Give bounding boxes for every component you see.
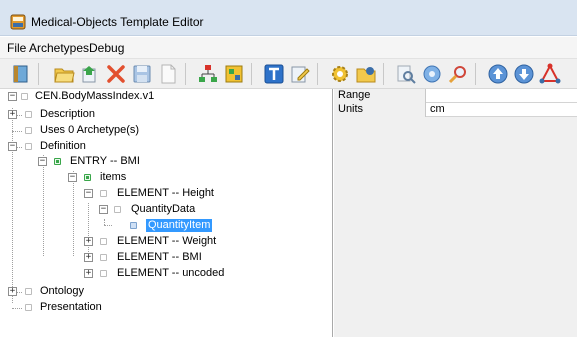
title-bar: Medical-Objects Template Editor [0,0,577,36]
open-folder-icon[interactable] [52,62,76,86]
tree-expander[interactable]: − [68,173,77,182]
tree-expander[interactable]: − [8,92,17,101]
triangle-nodes-icon[interactable] [538,62,562,86]
node-icon [100,190,107,197]
toolbar-separator [38,63,39,85]
tree-node-element-weight[interactable]: ELEMENT -- Weight [117,235,216,248]
node-icon [25,143,32,150]
tree-expander[interactable]: − [99,205,108,214]
delete-icon[interactable] [104,62,128,86]
tree-expander[interactable]: + [84,253,93,262]
tree-node-element-height[interactable]: ELEMENT -- Height [117,187,214,200]
property-key: Units [334,103,426,117]
text-icon[interactable] [262,62,286,86]
tree-connector [73,171,74,256]
tree-expander[interactable]: − [8,142,17,151]
tree-connector [12,131,22,132]
save-icon[interactable] [130,62,154,86]
import-icon[interactable] [78,62,102,86]
property-row[interactable]: Range [334,89,577,103]
tree-node-root[interactable]: CEN.BodyMassIndex.v1 [35,90,154,103]
node-icon [25,111,32,118]
tree-node-definition[interactable]: Definition [40,140,86,153]
tree-expander[interactable]: + [84,237,93,246]
tree-node-presentation[interactable]: Presentation [40,301,102,314]
node-icon [25,288,32,295]
node-icon [100,270,107,277]
network-icon[interactable] [222,62,246,86]
node-icon [25,304,32,311]
tree-connector [43,155,44,256]
property-value[interactable] [426,89,577,103]
node-icon [100,238,107,245]
tree-node-uses[interactable]: Uses 0 Archetype(s) [40,124,139,137]
properties-empty-area [334,117,577,337]
menu-archetypes[interactable]: Archetypes [29,41,89,55]
tree-node-ontology[interactable]: Ontology [40,285,84,298]
new-document-icon[interactable] [156,62,180,86]
book-icon[interactable] [9,62,33,86]
menu-file[interactable]: File [7,41,26,55]
node-icon [130,222,137,229]
tree-node-quantity-data[interactable]: QuantityData [131,203,195,216]
toolbar-separator [475,63,476,85]
tree-node-items[interactable]: items [100,171,126,184]
edit-icon[interactable] [288,62,312,86]
tree-node-description[interactable]: Description [40,108,95,121]
tree-connector [12,108,13,303]
entry-icon [84,174,91,181]
toolbar-separator [383,63,384,85]
tree-connector [12,308,22,309]
menu-debug[interactable]: Debug [89,41,124,55]
menu-bar: File Archetypes Debug [0,37,577,59]
toolbar-separator [251,63,252,85]
archetype-tree[interactable]: − CEN.BodyMassIndex.v1 + Description Use… [0,89,333,337]
search-document-icon[interactable] [394,62,418,86]
toolbar [0,59,577,89]
property-key: Range [334,89,426,103]
circle-icon[interactable] [420,62,444,86]
property-row[interactable]: Units cm [334,103,577,117]
folder-edit-icon[interactable] [354,62,378,86]
tree-node-entry-bmi[interactable]: ENTRY -- BMI [70,155,140,168]
window-title: Medical-Objects Template Editor [31,15,204,29]
tree-node-element-uncoded[interactable]: ELEMENT -- uncoded [117,267,224,280]
up-arrow-icon[interactable] [486,62,510,86]
tree-connector [104,225,112,226]
node-icon [100,254,107,261]
tree-connector [88,203,89,256]
node-icon [21,93,28,100]
tree-expander[interactable]: − [84,189,93,198]
tree-expander[interactable]: − [38,157,47,166]
magnify-icon[interactable] [446,62,470,86]
node-icon [25,127,32,134]
gear-icon[interactable] [328,62,352,86]
tree-node-quantity-item[interactable]: QuantityItem [146,219,213,232]
toolbar-separator [317,63,318,85]
tree-expander[interactable]: + [84,269,93,278]
tree-expander[interactable]: + [8,110,17,119]
down-arrow-icon[interactable] [512,62,536,86]
tree-expander[interactable]: + [8,287,17,296]
property-value[interactable]: cm [426,103,577,117]
app-icon [10,14,26,30]
hierarchy-icon[interactable] [196,62,220,86]
tree-node-element-bmi[interactable]: ELEMENT -- BMI [117,251,202,264]
node-icon [114,206,121,213]
toolbar-separator [185,63,186,85]
entry-icon [54,158,61,165]
